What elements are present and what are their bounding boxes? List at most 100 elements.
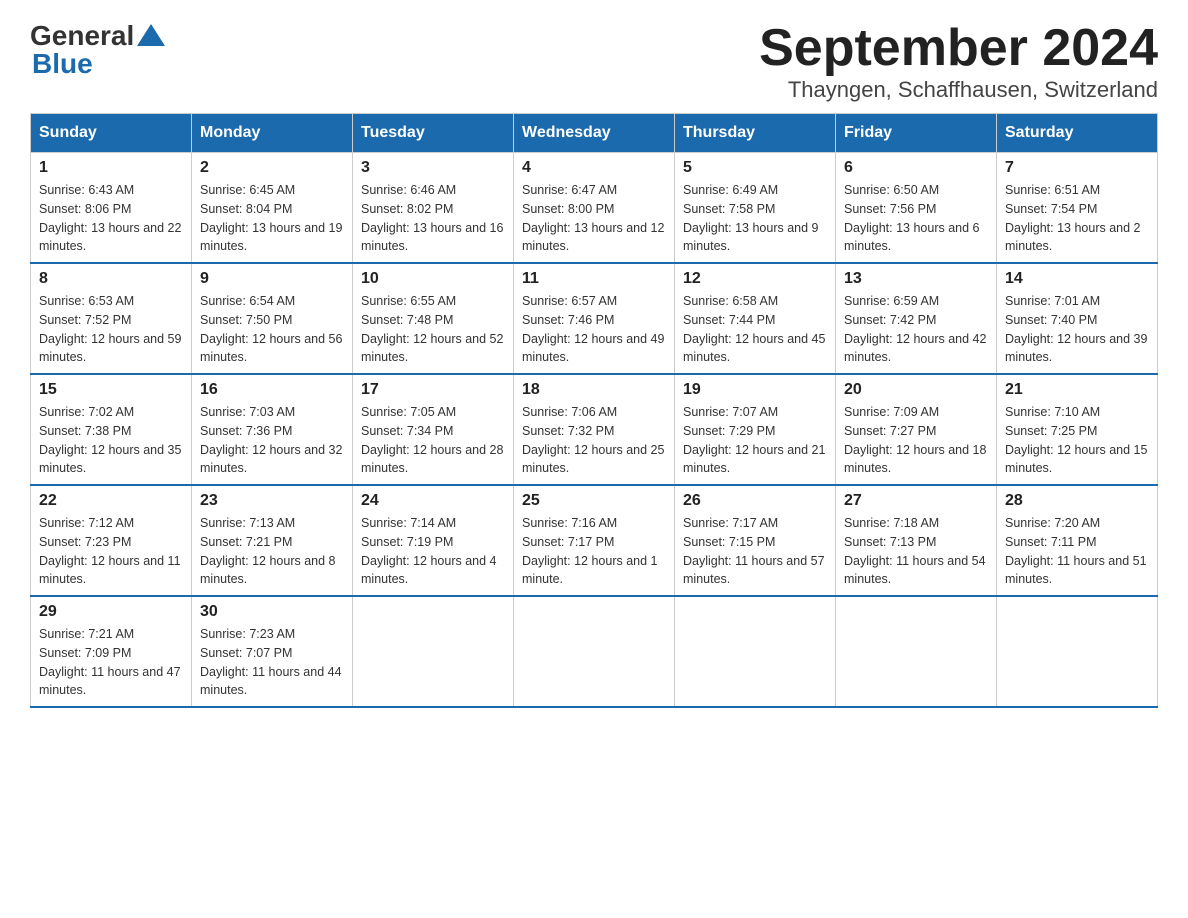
calendar-cell: 18 Sunrise: 7:06 AMSunset: 7:32 PMDaylig… <box>514 374 675 485</box>
day-number: 10 <box>361 270 505 288</box>
day-number: 9 <box>200 270 344 288</box>
day-info: Sunrise: 6:51 AMSunset: 7:54 PMDaylight:… <box>1005 183 1141 253</box>
day-info: Sunrise: 7:03 AMSunset: 7:36 PMDaylight:… <box>200 405 342 475</box>
day-number: 18 <box>522 381 666 399</box>
day-number: 29 <box>39 603 183 621</box>
day-info: Sunrise: 7:18 AMSunset: 7:13 PMDaylight:… <box>844 516 986 586</box>
calendar-cell: 23 Sunrise: 7:13 AMSunset: 7:21 PMDaylig… <box>192 485 353 596</box>
day-info: Sunrise: 6:57 AMSunset: 7:46 PMDaylight:… <box>522 294 664 364</box>
calendar-cell <box>675 596 836 707</box>
calendar-cell: 29 Sunrise: 7:21 AMSunset: 7:09 PMDaylig… <box>31 596 192 707</box>
day-info: Sunrise: 6:45 AMSunset: 8:04 PMDaylight:… <box>200 183 342 253</box>
calendar-cell: 11 Sunrise: 6:57 AMSunset: 7:46 PMDaylig… <box>514 263 675 374</box>
day-number: 7 <box>1005 159 1149 177</box>
day-number: 1 <box>39 159 183 177</box>
calendar-cell <box>836 596 997 707</box>
day-number: 26 <box>683 492 827 510</box>
logo: General Blue <box>30 20 165 80</box>
weekday-header-wednesday: Wednesday <box>514 114 675 153</box>
calendar-cell: 19 Sunrise: 7:07 AMSunset: 7:29 PMDaylig… <box>675 374 836 485</box>
day-number: 28 <box>1005 492 1149 510</box>
calendar-cell: 22 Sunrise: 7:12 AMSunset: 7:23 PMDaylig… <box>31 485 192 596</box>
calendar-cell: 27 Sunrise: 7:18 AMSunset: 7:13 PMDaylig… <box>836 485 997 596</box>
day-number: 17 <box>361 381 505 399</box>
logo-triangle-icon <box>137 24 165 51</box>
day-info: Sunrise: 7:07 AMSunset: 7:29 PMDaylight:… <box>683 405 825 475</box>
day-info: Sunrise: 6:54 AMSunset: 7:50 PMDaylight:… <box>200 294 342 364</box>
day-info: Sunrise: 7:23 AMSunset: 7:07 PMDaylight:… <box>200 627 342 697</box>
calendar-cell: 8 Sunrise: 6:53 AMSunset: 7:52 PMDayligh… <box>31 263 192 374</box>
day-info: Sunrise: 7:17 AMSunset: 7:15 PMDaylight:… <box>683 516 825 586</box>
day-info: Sunrise: 6:49 AMSunset: 7:58 PMDaylight:… <box>683 183 819 253</box>
day-info: Sunrise: 7:13 AMSunset: 7:21 PMDaylight:… <box>200 516 336 586</box>
day-info: Sunrise: 6:50 AMSunset: 7:56 PMDaylight:… <box>844 183 980 253</box>
day-number: 24 <box>361 492 505 510</box>
day-number: 27 <box>844 492 988 510</box>
calendar-cell: 9 Sunrise: 6:54 AMSunset: 7:50 PMDayligh… <box>192 263 353 374</box>
calendar-cell: 21 Sunrise: 7:10 AMSunset: 7:25 PMDaylig… <box>997 374 1158 485</box>
day-number: 13 <box>844 270 988 288</box>
day-info: Sunrise: 6:47 AMSunset: 8:00 PMDaylight:… <box>522 183 664 253</box>
weekday-header-tuesday: Tuesday <box>353 114 514 153</box>
day-number: 14 <box>1005 270 1149 288</box>
day-number: 3 <box>361 159 505 177</box>
weekday-header-saturday: Saturday <box>997 114 1158 153</box>
day-info: Sunrise: 7:02 AMSunset: 7:38 PMDaylight:… <box>39 405 181 475</box>
calendar-cell: 24 Sunrise: 7:14 AMSunset: 7:19 PMDaylig… <box>353 485 514 596</box>
page-header: General Blue September 2024 Thayngen, Sc… <box>30 20 1158 103</box>
day-info: Sunrise: 7:06 AMSunset: 7:32 PMDaylight:… <box>522 405 664 475</box>
day-info: Sunrise: 6:55 AMSunset: 7:48 PMDaylight:… <box>361 294 503 364</box>
day-number: 11 <box>522 270 666 288</box>
title-block: September 2024 Thayngen, Schaffhausen, S… <box>759 20 1158 103</box>
logo-blue-text: Blue <box>32 48 165 80</box>
day-info: Sunrise: 7:21 AMSunset: 7:09 PMDaylight:… <box>39 627 181 697</box>
day-number: 19 <box>683 381 827 399</box>
day-number: 8 <box>39 270 183 288</box>
weekday-header-monday: Monday <box>192 114 353 153</box>
calendar-cell: 3 Sunrise: 6:46 AMSunset: 8:02 PMDayligh… <box>353 153 514 264</box>
calendar-cell: 25 Sunrise: 7:16 AMSunset: 7:17 PMDaylig… <box>514 485 675 596</box>
calendar-cell: 4 Sunrise: 6:47 AMSunset: 8:00 PMDayligh… <box>514 153 675 264</box>
calendar-cell: 14 Sunrise: 7:01 AMSunset: 7:40 PMDaylig… <box>997 263 1158 374</box>
day-number: 21 <box>1005 381 1149 399</box>
week-row-1: 1 Sunrise: 6:43 AMSunset: 8:06 PMDayligh… <box>31 153 1158 264</box>
calendar-title: September 2024 <box>759 20 1158 77</box>
calendar-cell: 1 Sunrise: 6:43 AMSunset: 8:06 PMDayligh… <box>31 153 192 264</box>
calendar-cell: 17 Sunrise: 7:05 AMSunset: 7:34 PMDaylig… <box>353 374 514 485</box>
day-info: Sunrise: 7:14 AMSunset: 7:19 PMDaylight:… <box>361 516 497 586</box>
day-info: Sunrise: 7:16 AMSunset: 7:17 PMDaylight:… <box>522 516 658 586</box>
calendar-cell: 13 Sunrise: 6:59 AMSunset: 7:42 PMDaylig… <box>836 263 997 374</box>
weekday-header-row: SundayMondayTuesdayWednesdayThursdayFrid… <box>31 114 1158 153</box>
calendar-cell: 16 Sunrise: 7:03 AMSunset: 7:36 PMDaylig… <box>192 374 353 485</box>
day-number: 5 <box>683 159 827 177</box>
calendar-cell: 6 Sunrise: 6:50 AMSunset: 7:56 PMDayligh… <box>836 153 997 264</box>
day-number: 22 <box>39 492 183 510</box>
calendar-cell <box>353 596 514 707</box>
calendar-cell <box>514 596 675 707</box>
day-info: Sunrise: 7:05 AMSunset: 7:34 PMDaylight:… <box>361 405 503 475</box>
day-number: 25 <box>522 492 666 510</box>
day-info: Sunrise: 7:09 AMSunset: 7:27 PMDaylight:… <box>844 405 986 475</box>
calendar-cell: 7 Sunrise: 6:51 AMSunset: 7:54 PMDayligh… <box>997 153 1158 264</box>
day-info: Sunrise: 6:59 AMSunset: 7:42 PMDaylight:… <box>844 294 986 364</box>
calendar-cell: 28 Sunrise: 7:20 AMSunset: 7:11 PMDaylig… <box>997 485 1158 596</box>
weekday-header-thursday: Thursday <box>675 114 836 153</box>
day-info: Sunrise: 6:58 AMSunset: 7:44 PMDaylight:… <box>683 294 825 364</box>
calendar-cell: 30 Sunrise: 7:23 AMSunset: 7:07 PMDaylig… <box>192 596 353 707</box>
day-number: 30 <box>200 603 344 621</box>
week-row-4: 22 Sunrise: 7:12 AMSunset: 7:23 PMDaylig… <box>31 485 1158 596</box>
week-row-2: 8 Sunrise: 6:53 AMSunset: 7:52 PMDayligh… <box>31 263 1158 374</box>
day-info: Sunrise: 6:43 AMSunset: 8:06 PMDaylight:… <box>39 183 181 253</box>
day-number: 23 <box>200 492 344 510</box>
day-number: 6 <box>844 159 988 177</box>
week-row-3: 15 Sunrise: 7:02 AMSunset: 7:38 PMDaylig… <box>31 374 1158 485</box>
calendar-cell <box>997 596 1158 707</box>
calendar-cell: 15 Sunrise: 7:02 AMSunset: 7:38 PMDaylig… <box>31 374 192 485</box>
day-number: 4 <box>522 159 666 177</box>
calendar-cell: 20 Sunrise: 7:09 AMSunset: 7:27 PMDaylig… <box>836 374 997 485</box>
day-info: Sunrise: 7:12 AMSunset: 7:23 PMDaylight:… <box>39 516 181 586</box>
weekday-header-friday: Friday <box>836 114 997 153</box>
calendar-location: Thayngen, Schaffhausen, Switzerland <box>759 77 1158 103</box>
day-info: Sunrise: 7:20 AMSunset: 7:11 PMDaylight:… <box>1005 516 1147 586</box>
weekday-header-sunday: Sunday <box>31 114 192 153</box>
